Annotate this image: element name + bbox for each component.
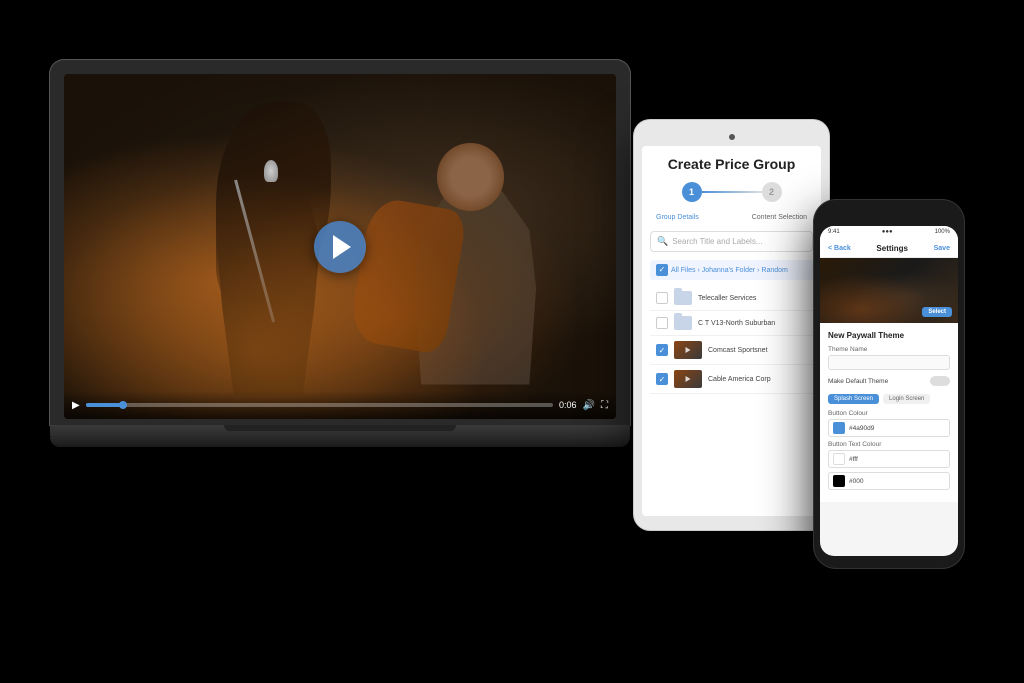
phone-default-label: Make Default Theme (828, 378, 888, 385)
laptop-screen: ▶ 0:06 🔊 ⛶ (64, 74, 616, 419)
file-path-row: ✓ All Files › Johanna's Folder › Random (650, 260, 813, 280)
btn-text-color-value: #fff (849, 456, 858, 463)
step-2-label: Content Selection (752, 214, 807, 221)
thumb-play-icon (686, 347, 691, 353)
folder-icon-0 (674, 291, 692, 305)
file-row-2: ✓ Comcast Sportsnet (650, 336, 813, 365)
phone-signal: ●●● (882, 229, 893, 235)
file-checkbox-0[interactable] (656, 292, 668, 304)
step-2-circle: 2 (762, 182, 782, 202)
phone-theme-name-input[interactable] (828, 355, 950, 370)
phone-header: < Back Settings Save (820, 238, 958, 258)
laptop-bezel: ▶ 0:06 🔊 ⛶ (50, 60, 630, 425)
guitarist-figure (379, 143, 572, 385)
search-placeholder-text: Search Title and Labels... (672, 237, 762, 246)
phone-video-preview: Select (820, 258, 958, 323)
step-labels: Group Details Content Selection (650, 214, 813, 221)
tablet-page-title: Create Price Group (650, 156, 813, 172)
video-progress-dot (119, 401, 127, 409)
thumb-play-icon-3 (686, 376, 691, 382)
phone-content-area: New Paywall Theme Theme Name Make Defaul… (820, 323, 958, 502)
extra-color-swatch (833, 475, 845, 487)
step-1-label: Group Details (656, 214, 699, 221)
guitarist-head (437, 143, 505, 211)
file-name-1: C T V13-North Suburban (698, 320, 807, 327)
btn-text-color-swatch (833, 453, 845, 465)
phone-button-color-label: Button Colour (828, 410, 950, 417)
video-volume-icon[interactable]: 🔊 (583, 400, 595, 411)
play-triangle-icon (333, 235, 351, 259)
phone-default-theme-row: Make Default Theme (828, 376, 950, 386)
step-1-circle: 1 (682, 182, 702, 202)
tablet-steps: 1 2 (650, 182, 813, 202)
video-progress-bar[interactable] (86, 403, 553, 407)
file-name-2: Comcast Sportsnet (708, 347, 807, 354)
phone-device: 9:41 ●●● 100% < Back Settings Save Selec… (814, 200, 964, 568)
phone-notch (864, 212, 914, 220)
phone-theme-name-label: Theme Name (828, 346, 950, 353)
phone-battery: 100% (935, 229, 950, 235)
scene: ▶ 0:06 🔊 ⛶ Create Price Group (0, 0, 1024, 683)
file-checkbox-3[interactable]: ✓ (656, 373, 668, 385)
phone-screen-tabs: Splash Screen Login Screen (828, 394, 950, 404)
tablet-camera (729, 134, 735, 140)
phone-status-bar: 9:41 ●●● 100% (820, 226, 958, 238)
microphone (264, 160, 278, 182)
file-row-0: Telecaller Services (650, 286, 813, 311)
phone-btn-text-color-field[interactable]: #fff (828, 450, 950, 468)
file-row-1: C T V13-North Suburban (650, 311, 813, 336)
video-play-button[interactable] (314, 221, 366, 273)
video-control-play-icon[interactable]: ▶ (72, 400, 80, 411)
phone-time: 9:41 (828, 229, 840, 235)
phone-screen: 9:41 ●●● 100% < Back Settings Save Selec… (820, 226, 958, 556)
video-progress-fill (86, 403, 123, 407)
phone-header-title: Settings (876, 244, 908, 253)
file-name-0: Telecaller Services (698, 295, 807, 302)
tablet-device: Create Price Group 1 2 Group Details Con… (634, 120, 829, 530)
video-thumbnail-3 (674, 370, 702, 388)
video-thumbnail-2 (674, 341, 702, 359)
video-controls-bar: ▶ 0:06 🔊 ⛶ (64, 391, 616, 419)
video-background: ▶ 0:06 🔊 ⛶ (64, 74, 616, 419)
phone-back-button[interactable]: < Back (828, 245, 851, 252)
search-icon: 🔍 (657, 236, 668, 247)
file-checkbox-1[interactable] (656, 317, 668, 329)
checkmark-icon: ✓ (659, 266, 666, 274)
video-time-display: 0:06 (559, 400, 577, 410)
file-checkbox-2[interactable]: ✓ (656, 344, 668, 356)
file-path-text: All Files › Johanna's Folder › Random (671, 267, 788, 274)
phone-video-action-button[interactable]: Select (922, 307, 952, 317)
extra-color-value: #000 (849, 478, 863, 485)
video-fullscreen-icon[interactable]: ⛶ (601, 400, 608, 411)
phone-extra-color-field[interactable]: #000 (828, 472, 950, 490)
laptop: ▶ 0:06 🔊 ⛶ (50, 60, 630, 447)
phone-section-title: New Paywall Theme (828, 331, 950, 340)
tablet-search-bar[interactable]: 🔍 Search Title and Labels... (650, 231, 813, 252)
phone-tab-login[interactable]: Login Screen (883, 394, 930, 404)
laptop-stand (50, 437, 630, 447)
phone-save-button[interactable]: Save (934, 245, 950, 252)
tablet-ui-content: Create Price Group 1 2 Group Details Con… (642, 146, 821, 404)
laptop-base (50, 425, 630, 437)
file-row-3: ✓ Cable America Corp (650, 365, 813, 394)
button-color-swatch (833, 422, 845, 434)
file-name-3: Cable America Corp (708, 376, 807, 383)
step-line (702, 191, 762, 193)
phone-btn-text-color-label: Button Text Colour (828, 441, 950, 448)
tablet-screen: Create Price Group 1 2 Group Details Con… (642, 146, 821, 516)
phone-button-color-field[interactable]: #4a90d9 (828, 419, 950, 437)
select-all-checkbox[interactable]: ✓ (656, 264, 668, 276)
phone-tab-splash[interactable]: Splash Screen (828, 394, 879, 404)
button-color-value: #4a90d9 (849, 425, 874, 432)
folder-icon-1 (674, 316, 692, 330)
phone-default-toggle[interactable] (930, 376, 950, 386)
